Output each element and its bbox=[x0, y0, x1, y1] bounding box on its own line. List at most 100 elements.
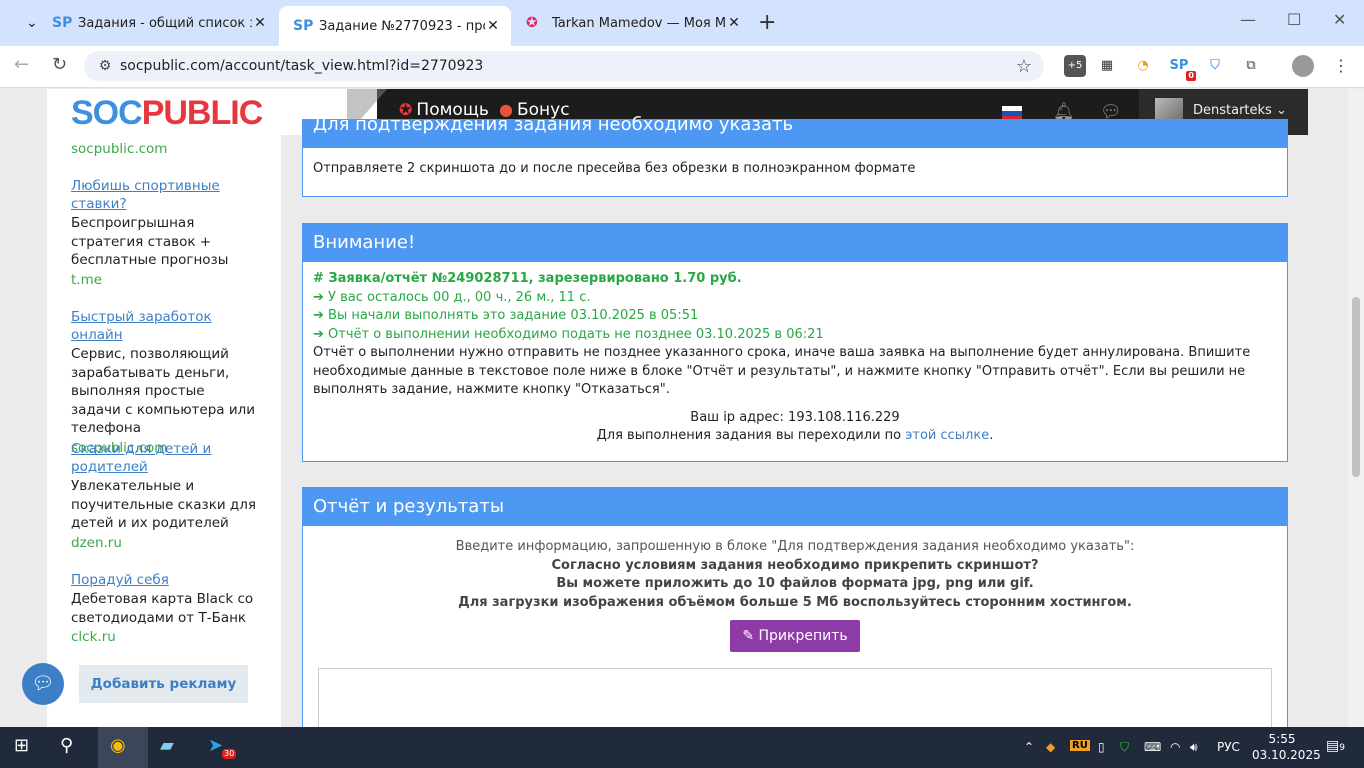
logo-part-public: PUBLIC bbox=[141, 94, 264, 132]
extensions-badge[interactable]: +5 bbox=[1064, 55, 1086, 77]
tab-strip: ⌄ SP Задания - общий список задач ✕ SP З… bbox=[0, 0, 1364, 46]
ad-title[interactable]: Сказки для детей и родителей bbox=[71, 440, 256, 476]
reload-button[interactable]: ↻ bbox=[52, 54, 67, 75]
confirm-panel: Для подтверждения задания необходимо ука… bbox=[302, 116, 1288, 197]
support-chat-icon[interactable]: 💬︎ bbox=[22, 663, 64, 705]
defender-shield-icon[interactable]: ⛉ bbox=[1120, 740, 1129, 755]
close-window-button[interactable]: ✕ bbox=[1333, 10, 1346, 29]
logo-part-soc: SOC bbox=[71, 94, 143, 132]
arrow-right-icon: ➔ bbox=[313, 289, 329, 305]
maximize-button[interactable]: ☐ bbox=[1287, 10, 1301, 29]
ad-link[interactable]: socpublic.com bbox=[71, 140, 256, 158]
battery-icon[interactable]: ▯ bbox=[1098, 740, 1105, 754]
ad-title[interactable]: Быстрый заработок онлайн bbox=[71, 308, 256, 344]
task-link[interactable]: этой ссылке bbox=[905, 428, 989, 443]
chevron-up-icon[interactable]: ⌃ bbox=[1024, 740, 1034, 754]
report-panel: Отчёт и результаты Введите информацию, з… bbox=[302, 487, 1288, 727]
minimize-button[interactable]: — bbox=[1240, 10, 1256, 29]
ext-count-badge: 0 bbox=[1186, 71, 1196, 81]
arrow-right-icon: ➔ bbox=[313, 308, 329, 323]
ad-link[interactable]: dzen.ru bbox=[71, 534, 256, 552]
tab-title: Tarkan Mamedov — Моя Мона bbox=[552, 15, 726, 31]
page-viewport: SOCPUBLIC ✪ Помощь ● Бонус 🔔︎ 💬︎ Denstarte… bbox=[0, 89, 1364, 727]
attention-panel-title: Внимание! bbox=[303, 224, 1287, 262]
chevron-down-icon: ⌄ bbox=[26, 15, 38, 31]
back-button[interactable]: ← bbox=[14, 54, 29, 75]
attach-button[interactable]: ✎ Прикрепить bbox=[730, 620, 860, 652]
timer-icon[interactable]: ◔ bbox=[1132, 55, 1154, 77]
keyboard-icon[interactable]: ⌨ bbox=[1144, 740, 1161, 754]
ad-title[interactable]: Порадуй себя bbox=[71, 571, 256, 589]
url-text[interactable]: socpublic.com/account/task_view.html?id=… bbox=[120, 58, 1004, 74]
tray-ru-icon[interactable]: RU bbox=[1070, 740, 1090, 751]
ad-partial: socpublic.com bbox=[71, 139, 256, 158]
clock-date: 03.10.2025 bbox=[1252, 748, 1321, 762]
ad-description: Увлекательные и поучительные сказки для … bbox=[71, 478, 256, 531]
taskbar-clock[interactable]: 5:55 03.10.2025 bbox=[1252, 731, 1321, 763]
close-icon[interactable]: ✕ bbox=[485, 18, 501, 34]
tab-tasks-list[interactable]: SP Задания - общий список задач ✕ bbox=[38, 8, 278, 38]
notepad-icon[interactable]: ▰ bbox=[160, 735, 174, 756]
search-icon[interactable]: ⚲ bbox=[60, 735, 73, 756]
tab-tarkan[interactable]: ✪ Tarkan Mamedov — Моя Мона ✕ bbox=[512, 8, 752, 38]
report-size-hint: Для загрузки изображения объёмом больше … bbox=[458, 594, 1132, 610]
tab-task-view[interactable]: SP Задание №2770923 - просмотр ✕ bbox=[279, 6, 511, 46]
close-icon[interactable]: ✕ bbox=[252, 15, 268, 31]
ad-description: Беспроигрышная стратегия ставок + беспла… bbox=[71, 215, 229, 268]
language-indicator[interactable]: РУС bbox=[1217, 740, 1240, 754]
chrome-icon[interactable]: ◉ bbox=[110, 735, 126, 756]
report-panel-title: Отчёт и результаты bbox=[303, 488, 1287, 526]
started-line: ➔ Вы начали выполнять это задание 03.10.… bbox=[313, 308, 699, 323]
new-tab-button[interactable]: + bbox=[758, 10, 776, 35]
site-info-icon[interactable]: ⚙ bbox=[90, 58, 120, 74]
site-logo[interactable]: SOCPUBLIC bbox=[71, 94, 264, 133]
hash-icon: # bbox=[313, 271, 329, 286]
socpublic-ext-icon[interactable]: SP 0 bbox=[1168, 55, 1196, 81]
remaining-line: ➔ У вас осталось 00 д., 00 ч., 26 м., 11… bbox=[313, 289, 591, 305]
ad-item: Любишь спортивные ставки? Беспроигрышная… bbox=[71, 177, 256, 289]
telegram-badge: 30 bbox=[222, 749, 237, 759]
ad-description: Дебетовая карта Black со светодиодами от… bbox=[71, 591, 254, 626]
report-file-limit: Вы можете приложить до 10 файлов формата… bbox=[556, 576, 1034, 591]
deadline-line: ➔ Отчёт о выполнении необходимо подать н… bbox=[313, 326, 824, 342]
pin-icon: ✎ bbox=[742, 628, 759, 644]
shield-icon[interactable]: ⛉ bbox=[1204, 55, 1226, 77]
attention-panel-body: # Заявка/отчёт №249028711, зарезервирова… bbox=[303, 262, 1287, 454]
attention-panel: Внимание! # Заявка/отчёт №249028711, зар… bbox=[302, 223, 1288, 462]
telegram-icon[interactable]: ➤ 30 bbox=[208, 735, 237, 759]
star-icon: ✪ bbox=[526, 15, 538, 31]
qr-code-icon[interactable]: ▦ bbox=[1096, 55, 1118, 77]
address-bar[interactable]: ⚙ socpublic.com/account/task_view.html?i… bbox=[84, 51, 1044, 81]
notification-count: 9 bbox=[1339, 743, 1345, 753]
ads-sidebar: socpublic.com Любишь спортивные ставки? … bbox=[47, 135, 281, 727]
windows-taskbar: ⊞ ⚲ ◉ ▰ ➤ 30 ⌃ ◆ RU ▯ ⛉ ⌨ ◠ 🔊︎ РУС 5:55 0… bbox=[0, 727, 1364, 768]
confirm-panel-title: Для подтверждения задания необходимо ука… bbox=[303, 116, 1287, 148]
report-textarea[interactable] bbox=[318, 668, 1272, 727]
puzzle-icon[interactable]: ⧉ bbox=[1240, 55, 1262, 77]
page-scrollbar[interactable] bbox=[1348, 89, 1364, 727]
ip-address: Ваш ip адрес: 193.108.116.229 bbox=[690, 409, 900, 425]
report-hint: Согласно условиям задания необходимо при… bbox=[551, 557, 1039, 573]
wifi-icon[interactable]: ◠ bbox=[1170, 740, 1180, 754]
report-instructions: Введите информацию, запрошенную в блоке … bbox=[455, 539, 1135, 554]
tab-title: Задания - общий список задач bbox=[78, 15, 252, 31]
more-menu-icon[interactable]: ⋮ bbox=[1330, 55, 1352, 77]
bookmark-star-icon[interactable]: ☆ bbox=[1004, 56, 1044, 77]
scroll-thumb[interactable] bbox=[1352, 297, 1360, 477]
ad-link[interactable]: t.me bbox=[71, 271, 256, 289]
ad-item: Быстрый заработок онлайн Сервис, позволя… bbox=[71, 308, 256, 457]
ad-link[interactable]: clck.ru bbox=[71, 628, 256, 646]
order-line: # Заявка/отчёт №249028711, зарезервирова… bbox=[313, 271, 742, 286]
volume-icon[interactable]: 🔊︎ bbox=[1190, 740, 1198, 755]
profile-avatar[interactable] bbox=[1292, 55, 1314, 77]
ad-title[interactable]: Любишь спортивные ставки? bbox=[71, 177, 256, 213]
notice-text: Отчёт о выполнении нужно отправить не по… bbox=[313, 345, 1251, 397]
tray-app-icon[interactable]: ◆ bbox=[1046, 740, 1055, 754]
add-ad-button[interactable]: Добавить рекламу bbox=[79, 665, 248, 703]
tab-search-button[interactable]: ⌄ bbox=[12, 8, 38, 38]
close-icon[interactable]: ✕ bbox=[726, 15, 742, 31]
task-link-line: Для выполнения задания вы переходили по … bbox=[596, 428, 994, 443]
tab-favicon: SP bbox=[293, 18, 314, 34]
windows-start-icon[interactable]: ⊞ bbox=[14, 735, 29, 756]
notification-center-icon[interactable]: ▤9 bbox=[1326, 738, 1345, 754]
